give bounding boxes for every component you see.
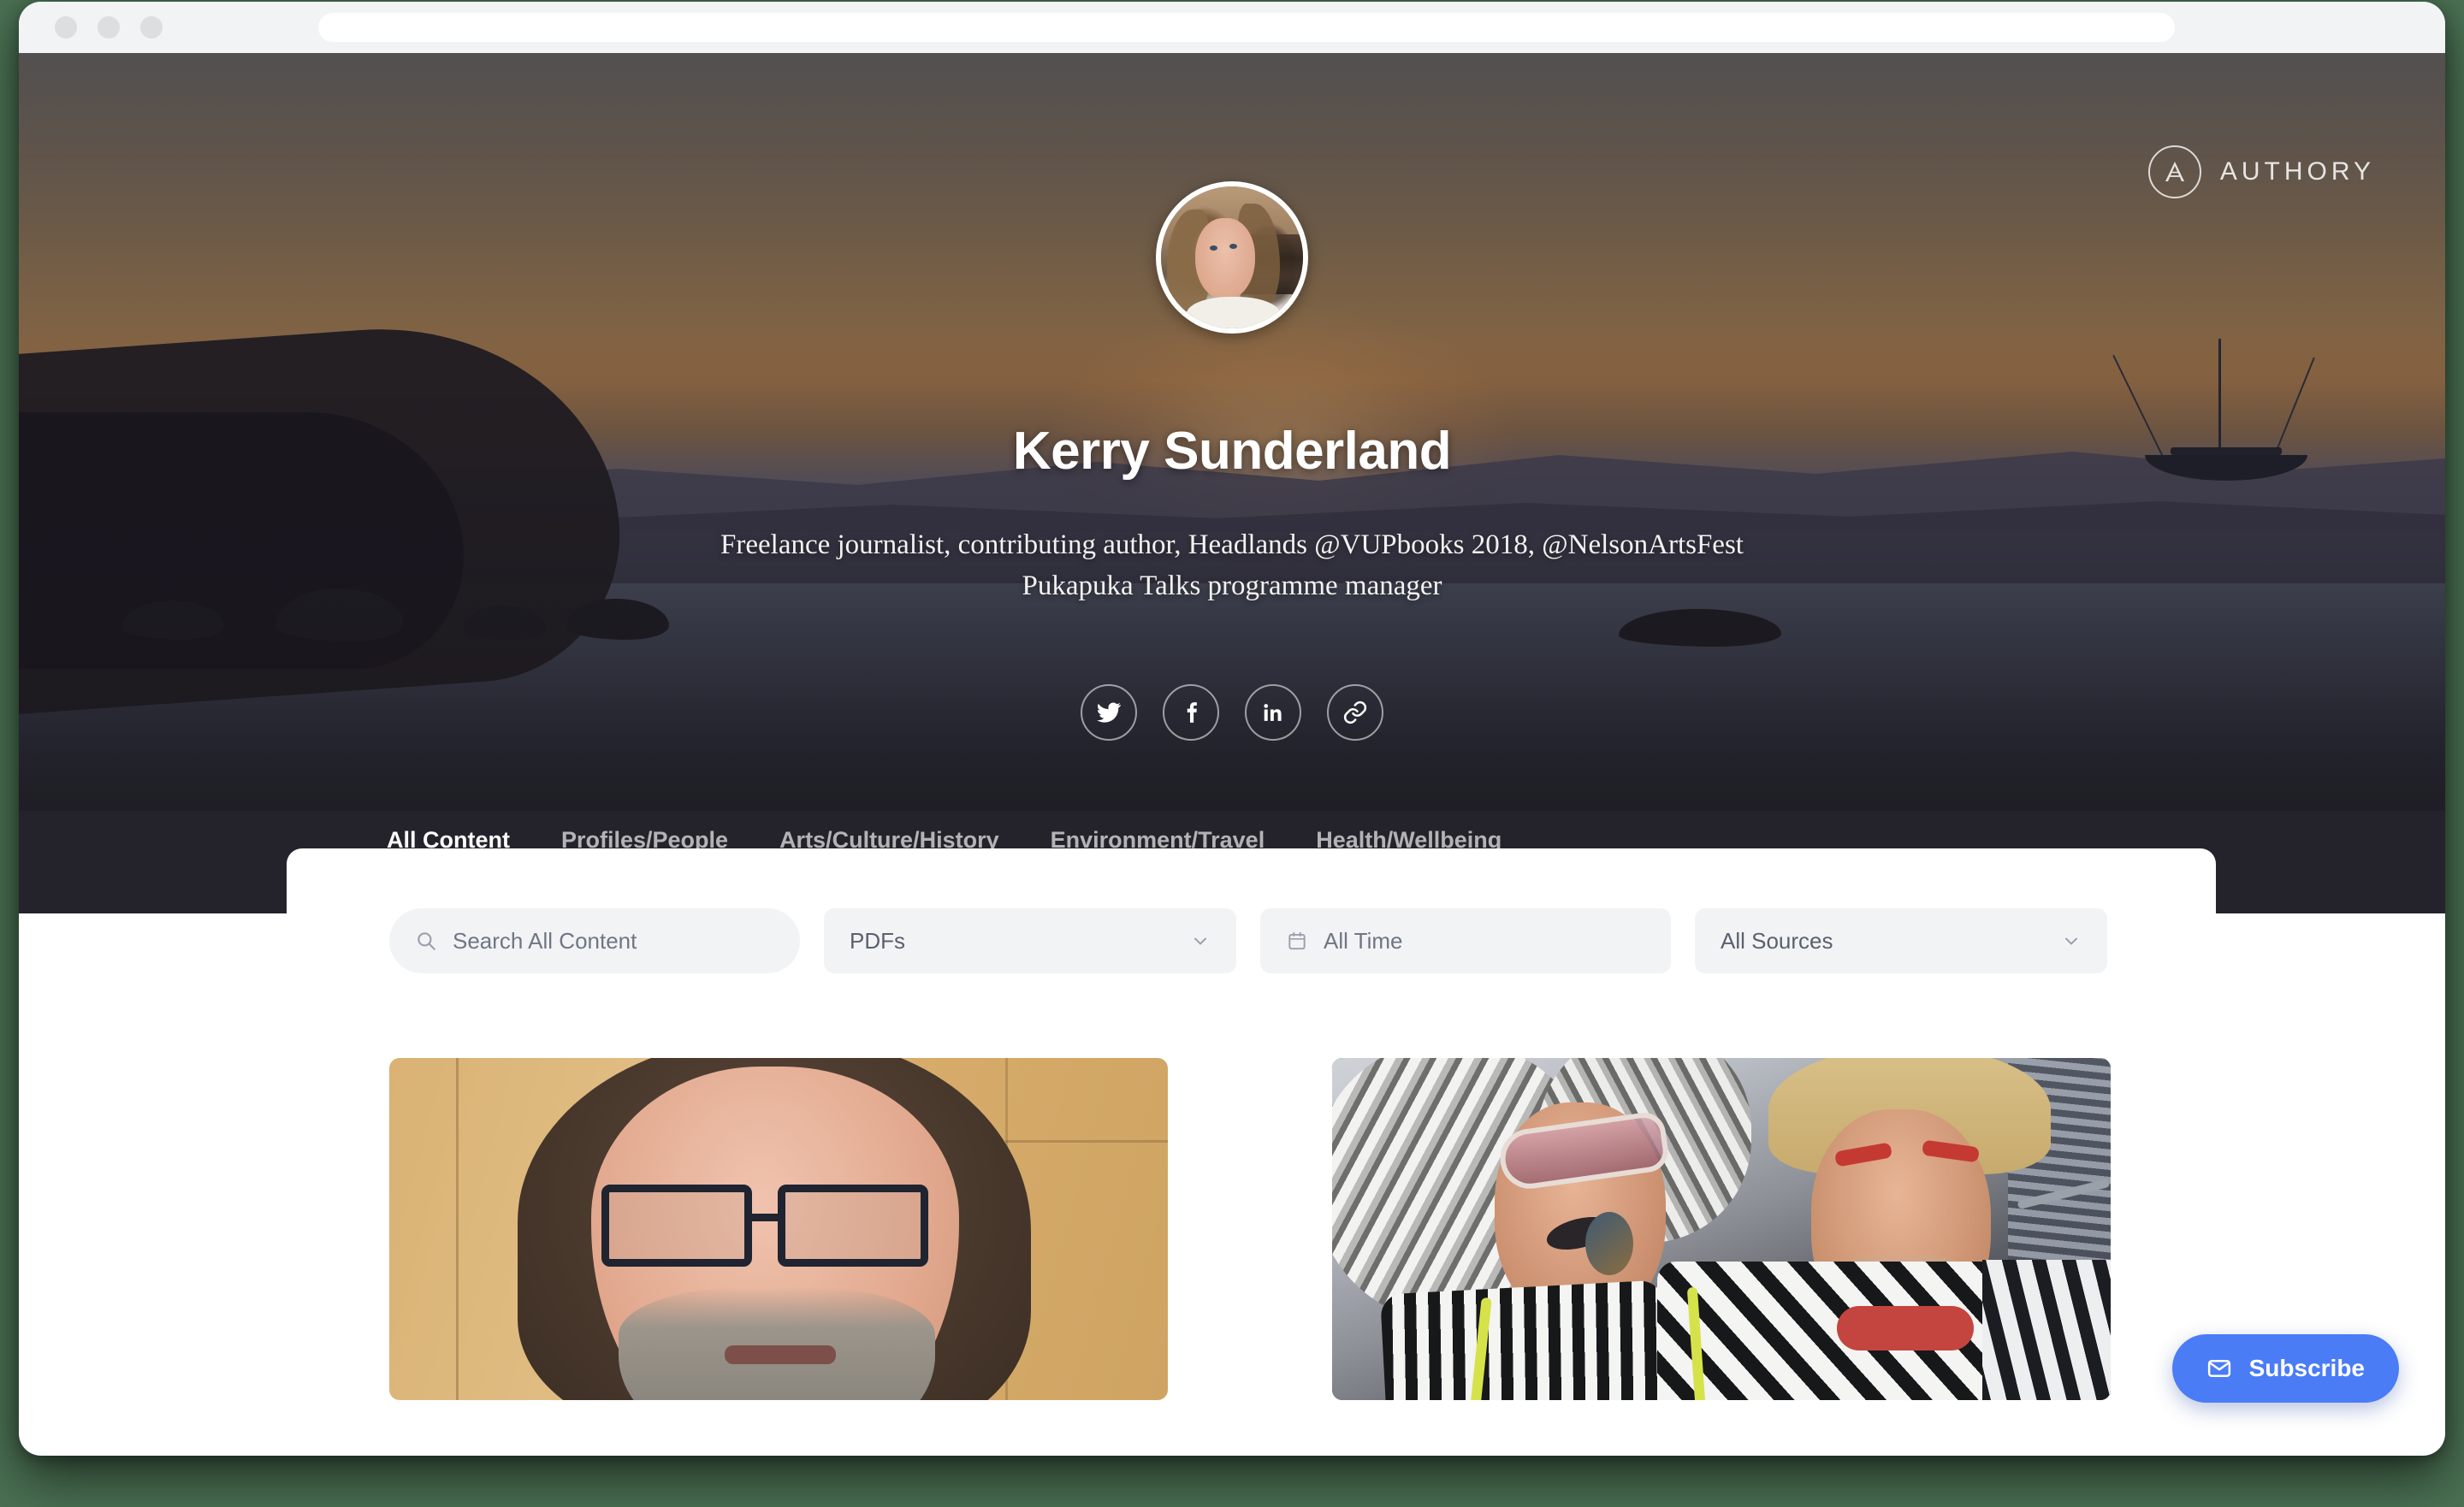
content-type-value: PDFs [850,927,905,954]
card-thumbnail-image [601,1185,944,1267]
chevron-down-icon [1194,937,1206,945]
content-card[interactable] [389,1058,1168,1400]
content-type-select[interactable]: PDFs [824,908,1236,973]
subscribe-button[interactable]: Subscribe [2171,1334,2399,1403]
maximize-window-button[interactable] [140,16,163,38]
search-input-placeholder: Search All Content [453,927,637,954]
chevron-down-icon [2065,937,2077,945]
subscribe-button-label: Subscribe [2248,1355,2365,1381]
profile-tagline-line-2: Pukapuka Talks programme manager [1022,570,1442,601]
sources-select[interactable]: All Sources [1695,908,2107,973]
search-icon [418,932,435,950]
link-icon [1343,700,1367,724]
search-input[interactable]: Search All Content [389,908,800,973]
content-card[interactable] [1332,1058,2111,1400]
social-link-facebook[interactable] [1163,684,1219,741]
social-link-website[interactable] [1327,684,1383,741]
profile-tagline: Freelance journalist, contributing autho… [19,525,2445,607]
browser-chrome-bar [19,2,2445,53]
profile-hero: AUTHORY Kerry Sunderland Freelance journ… [19,53,2445,913]
avatar [1156,181,1308,334]
minimize-window-button[interactable] [98,16,120,38]
content-grid [389,1058,2111,1400]
address-bar[interactable] [318,13,2175,42]
social-links [19,684,2445,741]
content-filter-bar: Search All Content PDFs All Time All Sou… [389,908,2107,973]
social-link-twitter[interactable] [1081,684,1137,741]
avatar-image [1161,186,1303,328]
envelope-icon [2207,1360,2230,1377]
authory-a-mark-icon [2147,145,2201,198]
browser-window: AUTHORY Kerry Sunderland Freelance journ… [19,2,2445,1456]
profile-tagline-line-1: Freelance journalist, contributing autho… [720,529,1744,560]
authory-wordmark: AUTHORY [2219,157,2375,186]
traffic-lights [55,16,163,38]
social-link-linkedin[interactable] [1245,684,1301,741]
calendar-icon [1288,931,1306,950]
time-range-select[interactable]: All Time [1260,908,1671,973]
twitter-icon [1097,702,1121,723]
time-range-value: All Time [1324,927,1403,954]
sources-value: All Sources [1721,927,1833,954]
close-window-button[interactable] [55,16,77,38]
facebook-icon [1187,702,1197,723]
linkedin-icon [1264,704,1282,721]
page-title: Kerry Sunderland [1012,422,1452,481]
authory-logo[interactable]: AUTHORY [2147,145,2375,198]
